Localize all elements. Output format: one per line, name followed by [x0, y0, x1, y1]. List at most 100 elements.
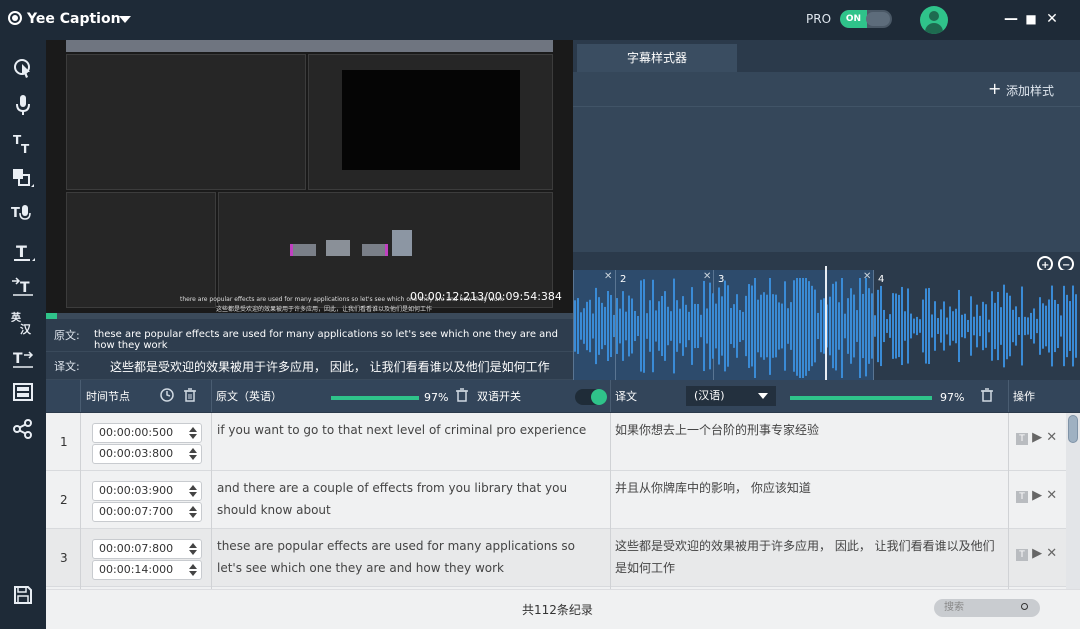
- original-text-cell[interactable]: if you want to go to that next level of …: [217, 419, 602, 441]
- cursor-icon[interactable]: [11, 58, 35, 82]
- video-frame-panel: [66, 192, 216, 308]
- add-style-bar: [573, 72, 1080, 106]
- start-time-value: 00:00:03:900: [99, 484, 174, 497]
- bilingual-switch[interactable]: [575, 389, 607, 405]
- segment-number: 4: [878, 274, 885, 285]
- play-icon[interactable]: ▶: [1032, 430, 1042, 445]
- text-style-icon[interactable]: T: [1016, 491, 1028, 503]
- original-text-cell[interactable]: these are popular effects are used for m…: [217, 535, 602, 579]
- time-stepper-icon[interactable]: [189, 563, 197, 577]
- playhead[interactable]: [825, 266, 827, 380]
- original-text-key: 原文:: [54, 329, 80, 342]
- trash-icon[interactable]: [981, 388, 993, 406]
- header-ops: 操作: [1013, 390, 1035, 403]
- text-size-icon[interactable]: TT: [11, 132, 35, 156]
- row-ops: T ▶ ✕: [1016, 430, 1057, 445]
- add-style-button[interactable]: 添加样式: [1006, 82, 1054, 99]
- delete-icon[interactable]: ✕: [1046, 546, 1057, 561]
- video-subtitle-cn: 这些都是受欢迎的效果被用于许多应用，因此，让我们看看谁以及他们是如何工作: [216, 306, 433, 313]
- video-frame-clip: [392, 230, 412, 256]
- share-icon[interactable]: [11, 419, 35, 443]
- row-ops: T ▶ ✕: [1016, 546, 1057, 561]
- video-frame-titlebar: [66, 40, 553, 52]
- table-scrollbar[interactable]: [1066, 413, 1080, 589]
- header-divider: [1008, 380, 1009, 412]
- bilingual-switch-knob: [591, 389, 607, 405]
- end-time-field[interactable]: 00:00:07:700: [92, 502, 202, 522]
- start-time-value: 00:00:00:500: [99, 426, 174, 439]
- video-frame-clip: [326, 240, 350, 256]
- pro-toggle[interactable]: ON: [840, 10, 892, 28]
- start-time-field[interactable]: 00:00:03:900: [92, 481, 202, 501]
- video-preview[interactable]: there are popular effects are used for m…: [46, 40, 573, 313]
- header-original: 原文（英语）: [216, 390, 282, 403]
- maximize-button[interactable]: ■: [1022, 10, 1040, 28]
- tool-sidebar: TT T T T 英汉 T: [0, 40, 46, 629]
- start-time-field[interactable]: 00:00:07:800: [92, 539, 202, 559]
- avatar[interactable]: [920, 6, 948, 34]
- search-input[interactable]: 搜索: [934, 599, 1040, 617]
- end-time-value: 00:00:14:000: [99, 563, 174, 576]
- svg-text:T: T: [13, 351, 23, 367]
- translate-icon[interactable]: 英汉: [10, 311, 35, 336]
- pro-label: PRO: [806, 12, 832, 26]
- app-menu-chevron-down-icon[interactable]: [119, 16, 131, 23]
- svg-text:T: T: [20, 280, 30, 296]
- end-time-value: 00:00:03:800: [99, 447, 174, 460]
- translation-text-cell[interactable]: 并且从你牌库中的影响， 你应该知道: [615, 477, 1000, 499]
- microphone-icon[interactable]: [11, 94, 35, 118]
- original-percent: 97%: [424, 391, 449, 404]
- segment-close-icon[interactable]: ✕: [703, 271, 711, 282]
- play-icon[interactable]: ▶: [1032, 488, 1042, 503]
- translation-text-key: 译文:: [54, 360, 80, 373]
- original-progress-bar: [331, 396, 419, 400]
- delete-icon[interactable]: ✕: [1046, 430, 1057, 445]
- save-icon[interactable]: [11, 586, 35, 610]
- shape-icon[interactable]: [11, 168, 35, 192]
- text-voice-icon[interactable]: T: [11, 203, 35, 227]
- text-style-icon[interactable]: T: [1016, 549, 1028, 561]
- text-export-icon[interactable]: T: [11, 347, 35, 371]
- translation-text-cell[interactable]: 如果你想去上一个台阶的刑事专家经验: [615, 419, 1000, 441]
- end-time-field[interactable]: 00:00:03:800: [92, 444, 202, 464]
- segment-number: 2: [620, 274, 627, 285]
- play-icon[interactable]: ▶: [1032, 546, 1042, 561]
- search-icon[interactable]: [1021, 603, 1028, 610]
- translation-percent: 97%: [940, 391, 965, 404]
- end-time-value: 00:00:07:700: [99, 505, 174, 518]
- text-box-icon[interactable]: T: [11, 239, 35, 263]
- header-translation: 译文: [615, 390, 637, 403]
- time-stepper-icon[interactable]: [189, 447, 197, 461]
- row-number: 1: [60, 435, 68, 449]
- film-icon[interactable]: [11, 382, 35, 406]
- minimize-button[interactable]: —: [1002, 10, 1020, 28]
- time-stepper-icon[interactable]: [189, 484, 197, 498]
- app-logo-icon: [8, 11, 22, 25]
- time-stepper-icon[interactable]: [189, 542, 197, 556]
- translation-text-cell[interactable]: 这些都是受欢迎的效果被用于许多应用， 因此， 让我们看看谁以及他们是如何工作: [615, 535, 1000, 579]
- scrollbar-thumb[interactable]: [1068, 415, 1078, 443]
- video-frame-panel: [66, 54, 306, 190]
- end-time-field[interactable]: 00:00:14:000: [92, 560, 202, 580]
- start-time-field[interactable]: 00:00:00:500: [92, 423, 202, 443]
- avatar-body: [925, 23, 943, 34]
- segment-close-icon[interactable]: ✕: [604, 271, 612, 282]
- language-select[interactable]: (汉语): [686, 386, 776, 406]
- pro-toggle-on-label: ON: [840, 10, 867, 28]
- trash-icon[interactable]: [184, 388, 196, 406]
- segment-close-icon[interactable]: ✕: [863, 271, 871, 282]
- tab-subtitle-styler[interactable]: 字幕样式器: [577, 44, 737, 72]
- translation-progress-bar: [790, 396, 932, 400]
- start-time-value: 00:00:07:800: [99, 542, 174, 555]
- time-stepper-icon[interactable]: [189, 505, 197, 519]
- text-style-icon[interactable]: T: [1016, 433, 1028, 445]
- text-import-icon[interactable]: T: [11, 275, 35, 299]
- original-text-cell[interactable]: and there are a couple of effects from y…: [217, 477, 602, 521]
- close-button[interactable]: ✕: [1043, 10, 1061, 28]
- clock-icon[interactable]: [160, 388, 174, 406]
- header-divider: [610, 380, 611, 412]
- delete-icon[interactable]: ✕: [1046, 488, 1057, 503]
- trash-icon[interactable]: [456, 388, 468, 406]
- video-frame-clip: [290, 244, 316, 256]
- time-stepper-icon[interactable]: [189, 426, 197, 440]
